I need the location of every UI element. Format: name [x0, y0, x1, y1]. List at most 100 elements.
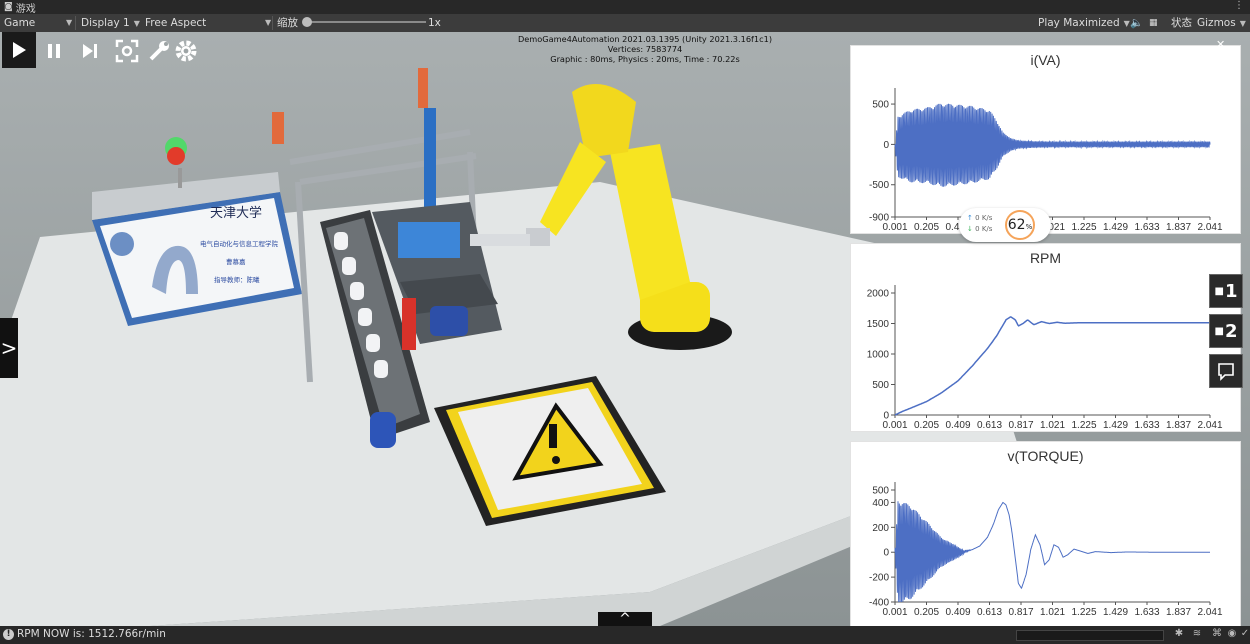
bucket — [370, 412, 396, 448]
camera-icon: ■ — [1214, 325, 1224, 337]
toolbar-divider — [75, 16, 76, 30]
kebab-icon[interactable]: ⋮ — [1234, 0, 1244, 11]
x-tick-label: 1.429 — [1103, 420, 1128, 431]
upload-unit: K/s — [981, 214, 993, 222]
stats-line-3: Graphic : 80ms, Physics : 20ms, Time : 7… — [550, 54, 740, 64]
y-tick-label: 0 — [883, 140, 889, 151]
x-tick-label: 1.837 — [1166, 607, 1191, 618]
poster-title: 天津大学 — [210, 205, 262, 221]
download-unit: K/s — [981, 225, 993, 233]
y-tick-label: -500 — [869, 180, 889, 191]
window-tab-bar: ◙ 游戏 ⋮ — [0, 0, 1250, 15]
info-icon: ! — [3, 629, 14, 640]
progress-bar — [1016, 630, 1164, 641]
bottom-panel-toggle[interactable]: ^ — [598, 611, 652, 626]
x-tick-label: 1.225 — [1071, 607, 1096, 618]
x-tick-label: 0.613 — [977, 607, 1002, 618]
y-tick-label: 500 — [872, 100, 889, 111]
gizmos-label: Gizmos — [1197, 17, 1236, 29]
wrench-icon — [149, 41, 169, 61]
cpu-usage-ring: 62% — [1005, 210, 1035, 240]
upload-rate: 0 — [975, 214, 980, 222]
pause-icon — [48, 44, 60, 58]
settings-button[interactable] — [173, 38, 199, 64]
chart-torque: 5004002000-200-4000.001 0.205 0.409 0.613 0.… — [869, 482, 1223, 618]
chart-current: 5000-500-9000.0010.2050.4090.6130.8171.0… — [869, 88, 1223, 233]
x-tick-label: 2.041 — [1197, 420, 1222, 431]
scale-slider-handle[interactable] — [302, 17, 312, 27]
stats-toggle[interactable]: 状态 — [1171, 15, 1192, 31]
x-tick-label: 1.837 — [1166, 222, 1191, 233]
x-tick-label: 0.001 — [882, 420, 907, 431]
y-tick-label: 1500 — [867, 319, 890, 330]
camera-2-button[interactable]: ■ 2 — [1209, 314, 1243, 348]
parts-crate — [398, 222, 460, 258]
poster-line3: 指导教师：陈曦 — [214, 275, 260, 284]
poster-line1: 电气自动化与信息工程学院 — [200, 239, 279, 248]
layers-icon[interactable]: ≋ — [1190, 628, 1204, 642]
camera-icon: ■ — [1214, 285, 1224, 297]
display-label: Display 1 — [81, 17, 130, 29]
chart-panel-torque: v(TORQUE) 500 400 200 0 -200 -400 0.001 0.205 0.… — [850, 441, 1241, 626]
y-tick-label: 0 — [883, 548, 889, 559]
tools-button[interactable] — [146, 38, 172, 64]
x-tick-label: 1.021 — [1040, 607, 1065, 618]
eye-icon[interactable]: ◉ — [1225, 628, 1239, 642]
x-tick-label: 1.429 — [1103, 607, 1128, 618]
x-tick-label: 1.633 — [1134, 607, 1159, 618]
chart-panel-rpm: RPM 2000 1500 1000 500 0 0.001 0.205 0.409 0.613… — [850, 243, 1241, 432]
console-message[interactable]: RPM NOW is: 1512.766r/min — [17, 628, 166, 640]
x-tick-label: 0.613 — [977, 420, 1002, 431]
x-tick-label: 0.205 — [914, 222, 939, 233]
x-tick-label: 0.817 — [1008, 607, 1033, 618]
play-mode-label: Play Maximized — [1038, 17, 1120, 29]
focus-button[interactable] — [114, 38, 140, 64]
camera-2-label: 2 — [1224, 320, 1238, 342]
x-tick-label: 1.225 — [1071, 222, 1096, 233]
game-viewport[interactable]: 天津大学 电气自动化与信息工程学院 曹慕嘉 指导教师：陈曦 DemoGame4A… — [0, 32, 1250, 626]
x-tick-label: 0.205 — [914, 420, 939, 431]
play-icon — [13, 42, 26, 58]
chart-rpm: 20001500100050000.001 0.205 0.409 0.613 0.81… — [867, 285, 1223, 431]
arrow-up-icon: ↑ — [967, 214, 973, 222]
play-button[interactable] — [2, 32, 36, 68]
x-tick-label: 2.041 — [1197, 222, 1222, 233]
x-tick-label: 1.633 — [1134, 222, 1159, 233]
scale-label: 缩放 — [277, 17, 298, 29]
check-icon[interactable]: ✓ — [1238, 628, 1250, 642]
scale-slider-track[interactable] — [308, 21, 426, 23]
game-view-toolbar: Game ▼ Display 1 ▼ Free Aspect ▼ 缩放 1x Play… — [0, 14, 1250, 33]
gizmos-dropdown[interactable]: Gizmos ▼ — [1197, 15, 1246, 31]
gantry-column — [424, 108, 436, 208]
bug-icon[interactable]: ✱ — [1172, 628, 1186, 642]
gear-icon — [175, 40, 197, 62]
display-dropdown[interactable]: Display 1 ▼ — [81, 15, 141, 31]
network-icon[interactable]: ⌘ — [1210, 628, 1224, 642]
y-tick-label: -200 — [869, 573, 889, 584]
y-tick-label: 500 — [872, 486, 889, 497]
cpu-usage-unit: % — [1025, 223, 1033, 231]
x-tick-label: 0.205 — [914, 607, 939, 618]
aspect-label: Free Aspect — [145, 17, 207, 29]
stats-overlay: DemoGame4Automation 2021.03.1395 (Unity … — [480, 34, 810, 64]
comment-button[interactable] — [1209, 354, 1243, 388]
series-line — [894, 316, 1210, 416]
toolbar-divider — [272, 16, 273, 30]
keyboard-icon[interactable]: ▦ — [1149, 15, 1158, 31]
step-button[interactable] — [77, 38, 103, 64]
left-panel-toggle[interactable]: > — [0, 318, 18, 378]
close-icon[interactable]: ✕ — [1216, 38, 1230, 51]
x-tick-label: 0.001 — [882, 222, 907, 233]
speaker-icon[interactable]: 🔈 — [1130, 15, 1143, 31]
chevron-down-icon: ▼ — [1123, 19, 1130, 28]
y-tick-label: 500 — [872, 380, 889, 391]
view-mode-dropdown[interactable]: Game ▼ — [4, 15, 72, 31]
camera-1-button[interactable]: ■ 1 — [1209, 274, 1243, 308]
aspect-dropdown[interactable]: Free Aspect ▼ — [145, 15, 271, 31]
window-tab-label[interactable]: 游戏 — [16, 0, 36, 15]
series-line — [894, 103, 1211, 187]
view-mode-label: Game — [4, 17, 36, 29]
stats-line-1: DemoGame4Automation 2021.03.1395 (Unity … — [517, 34, 773, 44]
play-mode-dropdown[interactable]: Play Maximized ▼ — [1038, 15, 1130, 31]
pause-button[interactable] — [41, 38, 67, 64]
